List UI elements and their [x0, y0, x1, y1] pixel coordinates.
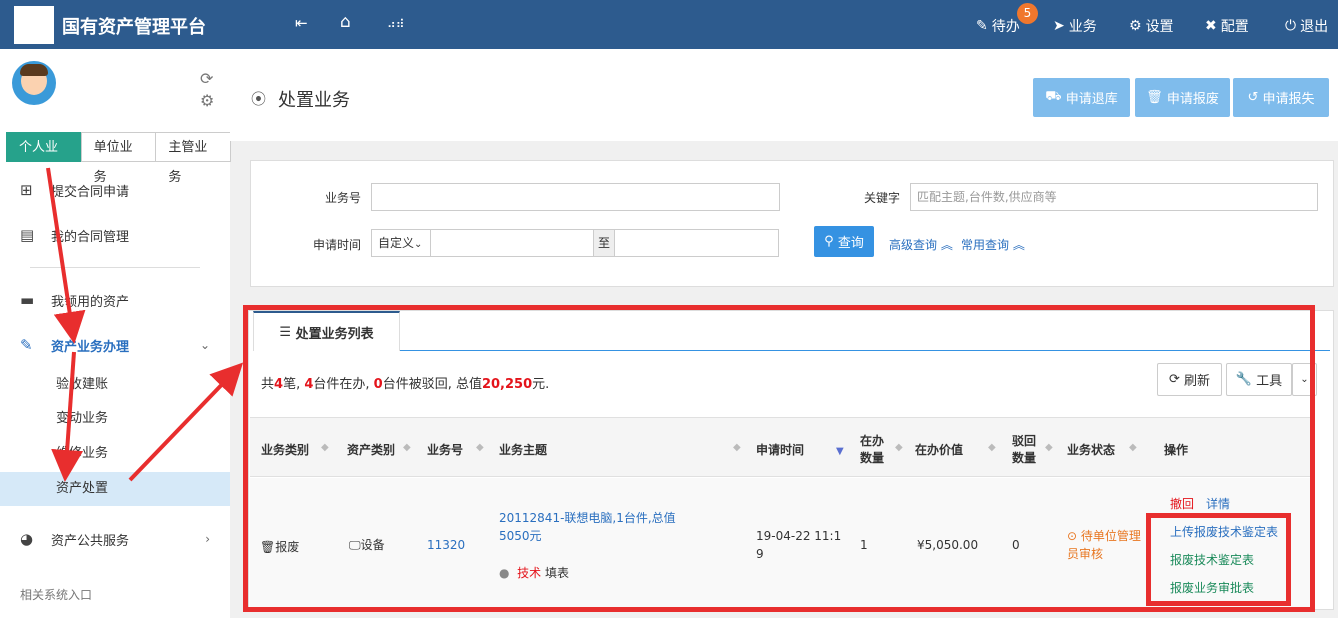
date-start-input[interactable]: [430, 229, 594, 257]
document-icon: ▤: [20, 226, 35, 244]
search-icon: ⚲: [824, 234, 838, 249]
common-query-label: 常用查询: [961, 238, 1010, 252]
power-icon: ⏻: [1285, 18, 1297, 34]
sidebar-item-my-assets[interactable]: ▬ 我领用的资产: [0, 280, 230, 320]
undo-icon: ↺: [1247, 90, 1263, 105]
hdd-icon: ▬: [20, 291, 35, 309]
sidebar-tabs: 个人业务 单位业务 主管业务: [6, 132, 232, 185]
annotation-frame-actions: [1146, 513, 1291, 606]
search-panel: [250, 160, 1334, 287]
collapse-sidebar-icon[interactable]: ⇤: [295, 14, 308, 32]
query-label: 查询: [837, 236, 864, 251]
business-nav[interactable]: ➤ 业务: [1053, 16, 1097, 36]
settings-label: 设置: [1145, 19, 1174, 35]
date-mode-select[interactable]: 自定义⌄: [371, 229, 431, 257]
todo-label: 待办: [991, 19, 1020, 35]
business-label: 业务: [1068, 19, 1097, 35]
trash-icon: 🗑: [1146, 90, 1167, 105]
sidebar-item-label: 资产业务办理: [51, 339, 130, 355]
chevron-down-icon: ⌄: [414, 239, 423, 250]
tab-unit[interactable]: 单位业务: [80, 132, 157, 185]
config-label: 配置: [1220, 19, 1249, 35]
gear-icon: ⚙: [1129, 18, 1142, 34]
chevron-right-icon: ›: [205, 532, 210, 546]
submenu-disposal[interactable]: 资产处置: [0, 472, 230, 506]
signal-icon[interactable]: ⠴⠾: [387, 17, 405, 31]
business-no-label: 业务号: [325, 191, 362, 205]
app-title: 国有资产管理平台: [62, 17, 206, 38]
sidebar-item-public-service[interactable]: ◕ 资产公共服务 ›: [0, 519, 230, 559]
page-title: 处置业务: [278, 90, 350, 111]
apply-lost-label: 申请报失: [1262, 92, 1315, 107]
sidebar-item-submit-contract[interactable]: ⊞ 提交合同申请: [0, 170, 230, 210]
submenu-repair[interactable]: 维修业务: [0, 437, 230, 471]
logout-label: 退出: [1300, 19, 1329, 35]
date-label: 申请时间: [313, 238, 362, 252]
keyword-label: 关键字: [864, 191, 901, 205]
sidebar-divider: [30, 267, 200, 268]
apply-scrap-label: 申请报废: [1166, 92, 1219, 107]
sidebar-item-label: 提交合同申请: [51, 184, 130, 200]
top-bar: 国有资产管理平台 ⇤ ⌂ ⠴⠾ ✎ 待办 5 ➤ 业务 ⚙ 设置 ✖ 配置 ⏻ 退出: [0, 0, 1338, 49]
settings-nav[interactable]: ⚙ 设置: [1129, 16, 1174, 36]
double-chevron-up-icon: ︽: [940, 238, 953, 252]
todo-nav[interactable]: ✎ 待办: [976, 16, 1020, 36]
apply-return-button[interactable]: ⛟ 申请退库: [1033, 78, 1130, 117]
wrench-icon: ✖: [1205, 18, 1217, 34]
date-mode-value: 自定义: [378, 236, 415, 250]
common-query-link[interactable]: 常用查询 ︽: [961, 236, 1025, 253]
home-icon[interactable]: ⌂: [340, 12, 351, 32]
advanced-query-link[interactable]: 高级查询 ︽: [889, 236, 953, 253]
sidebar: ⟳ ⚙ 个人业务 单位业务 主管业务 ⊞ 提交合同申请 ▤ 我的合同管理 ▬ 我…: [0, 49, 232, 618]
sidebar-item-label: 资产公共服务: [51, 533, 130, 549]
advanced-query-label: 高级查询: [889, 238, 938, 252]
submenu-acceptance[interactable]: 验收建账: [0, 368, 230, 402]
refresh-icon[interactable]: ⟳: [200, 69, 213, 88]
apply-scrap-button[interactable]: 🗑 申请报废: [1135, 78, 1230, 117]
config-nav[interactable]: ✖ 配置: [1205, 16, 1249, 36]
query-button[interactable]: ⚲ 查询: [814, 226, 874, 257]
sidebar-item-label: 我的合同管理: [51, 229, 130, 245]
submenu-change[interactable]: 变动业务: [0, 402, 230, 436]
sidebar-item-asset-business[interactable]: ✎ 资产业务办理 ⌄: [0, 325, 230, 365]
date-end-input[interactable]: [614, 229, 779, 257]
sidebar-item-my-contracts[interactable]: ▤ 我的合同管理: [0, 215, 230, 255]
tab-supervisor[interactable]: 主管业务: [155, 132, 232, 185]
plus-square-icon: ⊞: [20, 181, 33, 199]
logo: [14, 6, 54, 44]
business-no-input[interactable]: [371, 183, 780, 211]
map-pin-icon: ⦿: [251, 90, 267, 108]
apply-return-label: 申请退库: [1065, 92, 1118, 107]
avatar[interactable]: [12, 61, 56, 105]
truck-icon: ⛟: [1045, 89, 1066, 104]
send-icon: ➤: [1053, 18, 1065, 34]
todo-count-badge: 5: [1017, 3, 1038, 24]
globe-icon: ◕: [20, 530, 34, 548]
apply-lost-button[interactable]: ↺ 申请报失: [1233, 78, 1329, 117]
edit-icon: ✎: [976, 18, 988, 34]
chevron-down-icon: ⌄: [199, 338, 210, 352]
logout-nav[interactable]: ⏻ 退出: [1285, 16, 1328, 36]
gear-icon[interactable]: ⚙: [200, 91, 214, 110]
to-label: 至: [593, 229, 615, 257]
tab-personal[interactable]: 个人业务: [6, 132, 82, 185]
sidebar-item-label: 我领用的资产: [51, 294, 130, 310]
keyword-input[interactable]: 匹配主题,台件数,供应商等: [910, 183, 1318, 211]
double-chevron-up-icon: ︽: [1012, 238, 1025, 252]
related-systems-label: 相关系统入口: [20, 588, 93, 602]
pencil-icon: ✎: [20, 336, 33, 354]
